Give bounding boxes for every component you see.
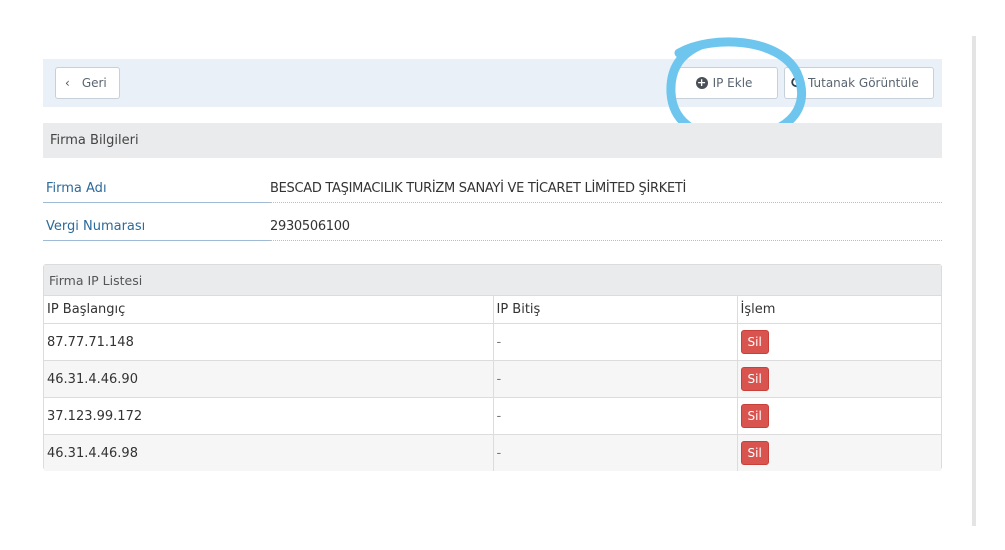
ip-end-cell: -: [493, 434, 738, 471]
action-cell: Sil: [737, 397, 941, 435]
company-name-label: Firma Adı: [43, 175, 270, 203]
add-ip-button-label: IP Ekle: [712, 76, 753, 90]
table-row: 46.31.4.46.98 - Sil: [44, 434, 941, 471]
column-header-ip-end: IP Bitiş: [493, 295, 738, 324]
delete-button[interactable]: Sil: [740, 441, 769, 465]
search-icon: [791, 76, 808, 90]
ip-start-cell: 46.31.4.46.90: [44, 360, 494, 398]
scrollbar-edge: [972, 36, 976, 526]
delete-button[interactable]: Sil: [740, 367, 769, 391]
delete-button[interactable]: Sil: [740, 330, 769, 354]
page: ‹ Geri + IP Ekle Tutanak Görüntüle Firma…: [0, 0, 1005, 550]
column-header-ip-start: IP Başlangıç: [44, 295, 494, 324]
ip-end-cell: -: [493, 323, 738, 361]
ip-start-cell: 37.123.99.172: [44, 397, 494, 435]
ip-list-title: Firma IP Listesi: [44, 265, 941, 295]
back-button-label: Geri: [81, 76, 107, 90]
company-name-row: Firma Adı BESCAD TAŞIMACILIK TURİZM SANA…: [43, 175, 942, 203]
chevron-left-icon: ‹: [65, 76, 70, 90]
ip-end-cell: -: [493, 360, 738, 398]
ip-end-cell: -: [493, 397, 738, 435]
view-report-button-label: Tutanak Görüntüle: [808, 76, 919, 90]
add-ip-button[interactable]: + IP Ekle: [670, 67, 778, 99]
toolbar: ‹ Geri + IP Ekle Tutanak Görüntüle: [43, 59, 942, 107]
back-button[interactable]: ‹ Geri: [55, 67, 120, 99]
company-info-header: Firma Bilgileri: [43, 123, 942, 158]
tax-number-row: Vergi Numarası 2930506100: [43, 213, 942, 241]
ip-list-panel: Firma IP Listesi IP Başlangıç IP Bitiş İ…: [43, 264, 942, 471]
column-header-action: İşlem: [737, 295, 941, 324]
tax-number-label: Vergi Numarası: [43, 213, 270, 241]
table-row: 46.31.4.46.90 - Sil: [44, 360, 941, 398]
company-name-value: BESCAD TAŞIMACILIK TURİZM SANAYİ VE TİCA…: [270, 175, 942, 203]
table-row: 37.123.99.172 - Sil: [44, 397, 941, 435]
ip-start-cell: 87.77.71.148: [44, 323, 494, 361]
action-cell: Sil: [737, 360, 941, 398]
table-header-row: IP Başlangıç IP Bitiş İşlem: [44, 295, 941, 324]
view-report-button[interactable]: Tutanak Görüntüle: [784, 67, 934, 99]
ip-start-cell: 46.31.4.46.98: [44, 434, 494, 471]
delete-button[interactable]: Sil: [740, 404, 769, 428]
tax-number-value: 2930506100: [270, 213, 942, 241]
ip-table: IP Başlangıç IP Bitiş İşlem 87.77.71.148…: [44, 295, 941, 471]
action-cell: Sil: [737, 323, 941, 361]
action-cell: Sil: [737, 434, 941, 471]
plus-circle-icon: +: [695, 76, 708, 89]
table-row: 87.77.71.148 - Sil: [44, 323, 941, 361]
